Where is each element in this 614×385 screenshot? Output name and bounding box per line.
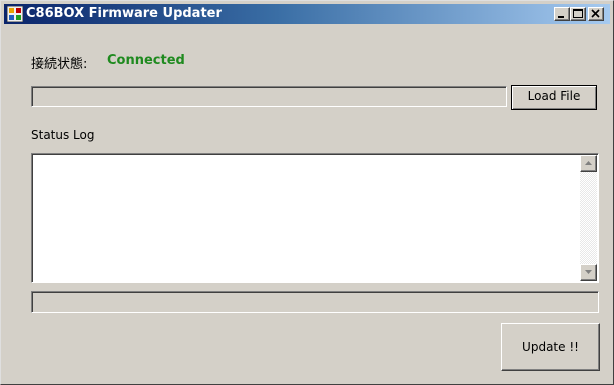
scroll-down-button[interactable] <box>580 264 597 281</box>
status-log-label: Status Log <box>31 128 95 142</box>
close-icon <box>591 9 600 18</box>
minimize-icon <box>558 16 564 18</box>
minimize-button[interactable] <box>554 7 570 21</box>
progress-bar <box>31 291 599 313</box>
window-title: C86BOX Firmware Updater <box>26 6 222 21</box>
file-path-field[interactable] <box>31 86 507 107</box>
maximize-icon <box>573 9 583 18</box>
arrow-down-icon <box>585 270 592 274</box>
maximize-button[interactable] <box>570 7 586 21</box>
status-log-textarea[interactable] <box>31 153 599 283</box>
scroll-up-button[interactable] <box>580 155 597 172</box>
connection-status-value: Connected <box>107 53 185 68</box>
title-bar[interactable]: C86BOX Firmware Updater <box>4 4 610 24</box>
arrow-up-icon <box>585 161 592 165</box>
updater-window: C86BOX Firmware Updater 接続状態: Connected … <box>0 0 614 385</box>
connection-status-label: 接続状態: <box>31 57 88 72</box>
load-file-button[interactable]: Load File <box>511 85 597 110</box>
app-icon <box>7 6 23 22</box>
status-log-scrollbar[interactable] <box>580 155 597 281</box>
close-button[interactable] <box>588 7 604 21</box>
update-button[interactable]: Update !! <box>501 323 600 371</box>
